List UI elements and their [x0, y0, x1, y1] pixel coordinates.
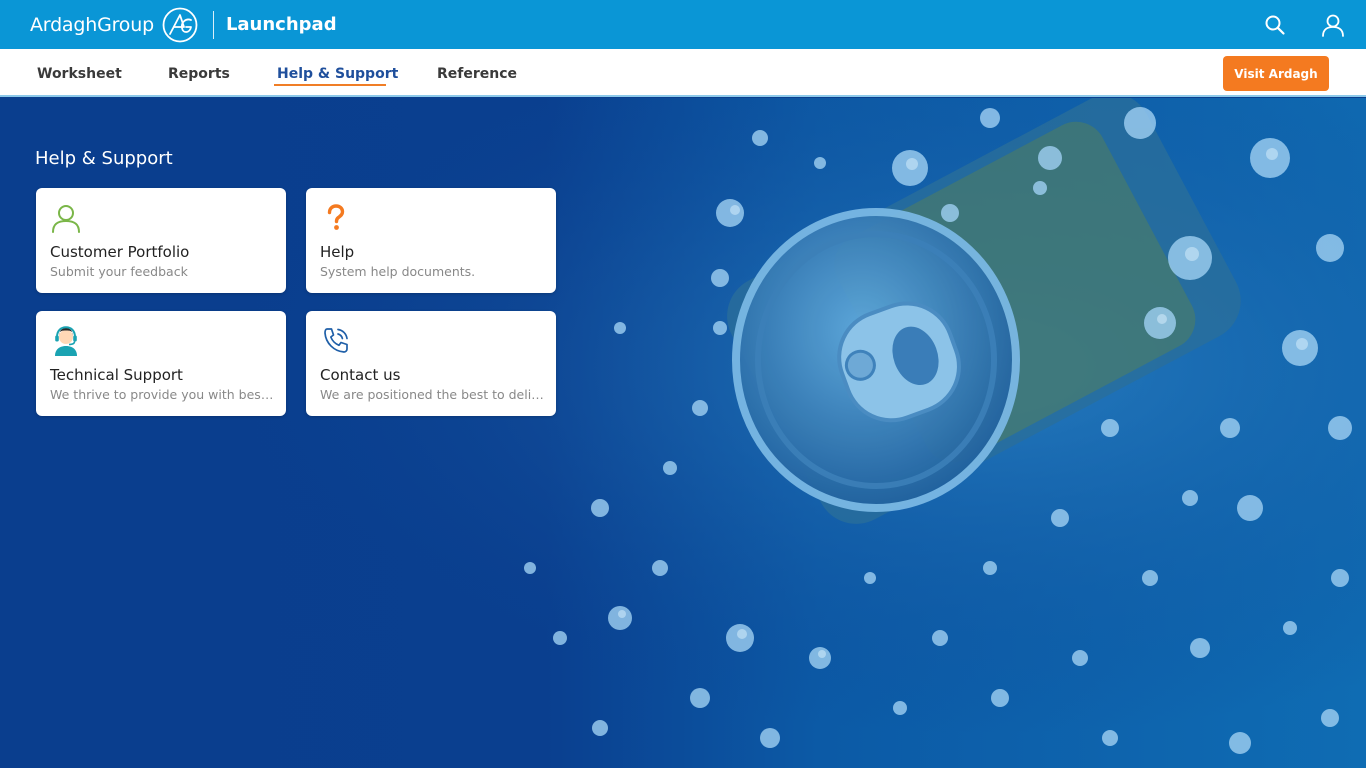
- card-contact-us[interactable]: Contact us We are positioned the best to…: [306, 311, 556, 416]
- top-actions: [1264, 0, 1346, 49]
- nav-reference[interactable]: Reference: [437, 49, 517, 95]
- nav-reports[interactable]: Reports: [168, 49, 230, 95]
- card-subtitle: Submit your feedback: [50, 264, 188, 279]
- main-nav: Worksheet Reports Help & Support Referen…: [0, 49, 1366, 97]
- card-subtitle: We are positioned the best to deliver.: [320, 387, 546, 402]
- card-subtitle: We thrive to provide you with best...: [50, 387, 276, 402]
- user-account-icon[interactable]: [1320, 12, 1346, 38]
- nav-worksheet[interactable]: Worksheet: [37, 49, 122, 95]
- top-bar: ArdaghGroup Launchpad: [0, 0, 1366, 49]
- card-title: Technical Support: [50, 366, 183, 384]
- app-name: Launchpad: [225, 14, 337, 35]
- ardagh-logo-icon: [162, 7, 198, 42]
- card-help[interactable]: Help System help documents.: [306, 188, 556, 293]
- brand-name: ArdaghGroup: [30, 13, 154, 36]
- brand-divider: [212, 10, 214, 39]
- question-mark-icon: [327, 204, 345, 230]
- active-nav-indicator: [274, 84, 386, 86]
- brand[interactable]: ArdaghGroup Launchpad: [0, 0, 337, 49]
- card-subtitle: System help documents.: [320, 264, 476, 279]
- nav-help-support[interactable]: Help & Support: [277, 49, 398, 95]
- support-agent-icon: [55, 326, 77, 356]
- phone-ringing-icon: [324, 328, 348, 353]
- page-title: Help & Support: [35, 148, 173, 169]
- card-title: Customer Portfolio: [50, 243, 190, 261]
- visit-ardagh-button[interactable]: Visit Ardagh: [1223, 56, 1329, 91]
- card-technical-support[interactable]: Technical Support We thrive to provide y…: [36, 311, 286, 416]
- card-title: Contact us: [320, 366, 401, 384]
- user-outline-icon: [52, 205, 80, 233]
- card-customer-portfolio[interactable]: Customer Portfolio Submit your feedback: [36, 188, 286, 293]
- search-icon[interactable]: [1264, 14, 1286, 36]
- card-title: Help: [320, 243, 355, 261]
